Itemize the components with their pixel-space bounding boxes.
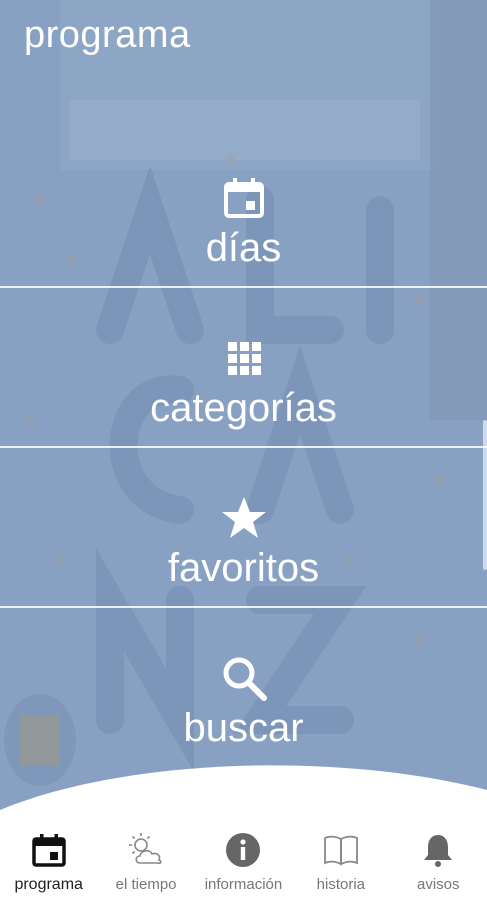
page-title: programa: [24, 14, 191, 56]
calendar-icon: [31, 834, 66, 867]
tab-label: programa: [14, 876, 83, 893]
menu-item-categorias[interactable]: categorías: [0, 288, 487, 448]
menu-item-dias[interactable]: días: [0, 128, 487, 288]
tab-label: avisos: [416, 876, 460, 893]
info-icon: [226, 833, 261, 867]
tab-el-tiempo[interactable]: el tiempo: [98, 820, 195, 893]
tab-historia[interactable]: historia: [292, 820, 389, 893]
tab-label: información: [204, 876, 283, 893]
bottom-tab-bar: programa el tiempo información historia …: [0, 820, 487, 900]
star-icon: [221, 497, 266, 538]
book-icon: [323, 835, 358, 866]
calendar-icon: [223, 178, 264, 218]
menu-item-label: favoritos: [167, 546, 320, 590]
search-icon: [223, 657, 267, 701]
menu-item-favoritos[interactable]: favoritos: [0, 448, 487, 608]
scrollbar[interactable]: [483, 420, 487, 570]
weather-icon: [129, 833, 162, 864]
tab-avisos[interactable]: avisos: [390, 820, 487, 893]
bell-icon: [424, 835, 453, 867]
menu-item-label: categorías: [150, 386, 337, 430]
tab-programa[interactable]: programa: [0, 820, 97, 894]
tab-label: el tiempo: [115, 876, 177, 893]
grid-icon: [227, 342, 261, 375]
tab-informacion[interactable]: información: [195, 820, 292, 893]
tab-label: historia: [316, 876, 366, 893]
menu-item-label: días: [205, 226, 282, 270]
